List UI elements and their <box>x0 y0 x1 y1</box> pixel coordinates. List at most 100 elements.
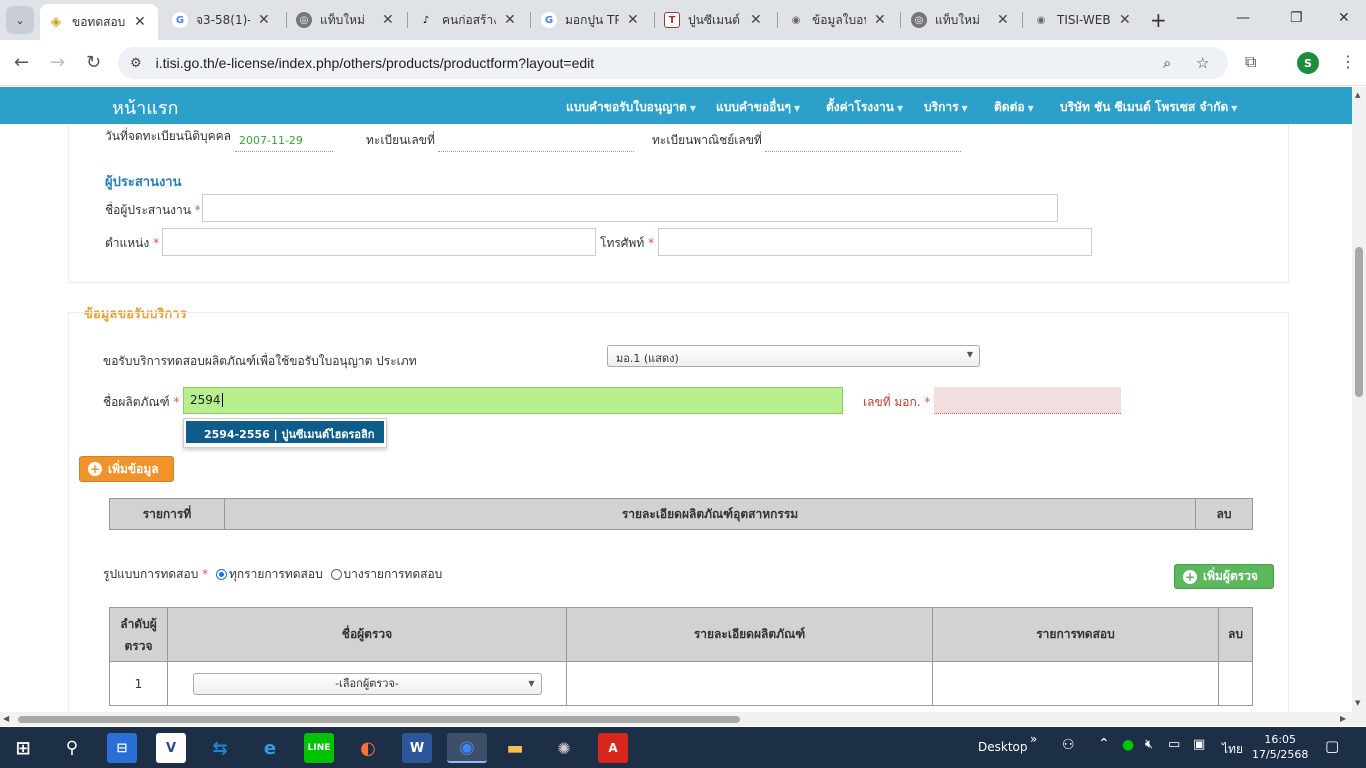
browser-tab[interactable]: ◉ ข้อมูลใบอนุ ✕ <box>780 6 898 34</box>
browser-tab[interactable]: ◎ แท็บใหม่ ✕ <box>288 6 406 34</box>
caret-down-icon: ▼ <box>961 104 968 113</box>
horizontal-scrollbar[interactable]: ◀ ▶ <box>0 712 1366 726</box>
tis-no-input[interactable] <box>934 387 1121 414</box>
input-language[interactable]: ไทย <box>1222 740 1243 759</box>
nav-contact[interactable]: ติดต่อ ▼ <box>994 98 1034 117</box>
acrobat-icon[interactable]: A <box>598 733 628 763</box>
people-icon[interactable]: ⚇ <box>1062 737 1075 753</box>
radio-all-tests[interactable] <box>216 569 227 580</box>
autocomplete-option[interactable]: 2594-2556 | ปูนซีเมนต์ไฮดรอลิก <box>186 421 384 443</box>
file-explorer-icon[interactable]: ▬ <box>500 733 530 763</box>
close-icon[interactable]: ✕ <box>750 12 762 28</box>
system-clock[interactable]: 16:05 17/5/2568 <box>1252 732 1308 762</box>
address-bar[interactable]: ⚙ i.tisi.go.th/e-license/index.php/other… <box>118 47 1228 79</box>
tab-search-button[interactable]: ⌄ <box>6 6 34 34</box>
avatar[interactable]: S <box>1297 52 1319 74</box>
notifications-icon[interactable]: ▢ <box>1325 737 1339 755</box>
word-icon[interactable]: W <box>402 733 432 763</box>
browser-tab[interactable]: ◉ TISI-WEBE ✕ <box>1025 6 1143 34</box>
bookmark-star-icon[interactable]: ☆ <box>1196 54 1209 72</box>
radio-some-tests[interactable] <box>330 569 342 580</box>
zoom-icon[interactable]: ⌕ <box>1163 54 1171 72</box>
scroll-up-icon[interactable]: ▲ <box>1355 91 1360 99</box>
license-type-select[interactable]: มอ.1 (แสดง) ▼ <box>607 345 980 367</box>
test-items-cell <box>932 661 1219 706</box>
windows-taskbar: ⊞ ⚲ ⊟ V ⇆ e LINE ◐ W ◉ ▬ ✺ A Desktop » ⚇… <box>0 727 1366 768</box>
test-format-group: รูปแบบการทดสอบ * ทุกรายการทดสอบ บางรายกา… <box>103 565 442 584</box>
close-icon[interactable]: ✕ <box>627 12 639 28</box>
close-icon[interactable]: ✕ <box>1119 12 1131 28</box>
site-settings-icon[interactable]: ⚙ <box>130 56 142 71</box>
forward-arrow-icon[interactable]: → <box>50 52 65 73</box>
label-text: โทรศัพท์ <box>600 236 645 250</box>
display-icon[interactable]: ▣ <box>1193 737 1205 752</box>
line-app-icon[interactable]: LINE <box>304 733 334 763</box>
desktop-toolbar-label[interactable]: Desktop <box>978 740 1028 754</box>
back-arrow-icon[interactable]: ← <box>14 52 29 73</box>
scroll-left-icon[interactable]: ◀ <box>3 714 9 723</box>
inspector-select[interactable]: -เลือกผู้ตรวจ- ▼ <box>192 672 542 695</box>
tab-divider <box>1022 12 1023 28</box>
add-inspector-button[interactable]: + เพิ่มผู้ตรวจ <box>1174 564 1274 589</box>
app-icon[interactable]: ✺ <box>549 733 579 763</box>
nav-factory-settings[interactable]: ตั้งค่าโรงงาน ▼ <box>826 98 903 117</box>
double-chevron-icon[interactable]: » <box>1030 732 1037 746</box>
browser-tab[interactable]: ◎ แท็บใหม่ ✕ <box>903 6 1021 34</box>
nav-license-request[interactable]: แบบคำขอรับใบอนุญาต ▼ <box>566 98 696 117</box>
window-close-button[interactable]: ✕ <box>1338 10 1350 26</box>
table-row: 1 -เลือกผู้ตรวจ- ▼ <box>109 661 1253 706</box>
network-icon[interactable]: ▭ <box>1168 737 1180 752</box>
scroll-down-icon[interactable]: ▼ <box>1355 699 1360 707</box>
url-text[interactable]: i.tisi.go.th/e-license/index.php/others/… <box>156 55 595 71</box>
reload-icon[interactable]: ↻ <box>86 52 101 73</box>
coordinator-name-input[interactable] <box>202 194 1058 222</box>
nav-services[interactable]: บริการ ▼ <box>924 98 968 117</box>
volume-muted-icon[interactable]: 🔇︎ <box>1145 737 1153 752</box>
windows-start-icon[interactable]: ⊞ <box>8 733 38 763</box>
new-tab-button[interactable]: + <box>1150 8 1167 32</box>
position-input[interactable] <box>162 228 596 256</box>
close-icon[interactable]: ✕ <box>997 12 1009 28</box>
chrome-taskbar-icon[interactable]: ◉ <box>447 733 487 763</box>
column-header: รายละเอียดผลิตภัณฑ์ <box>566 607 933 662</box>
browser-tab[interactable]: ♪ คนก่อสร้าง ✕ <box>410 6 528 34</box>
products-table: รายการที่ รายละเอียดผลิตภัณฑ์อุตสาหกรรม … <box>109 498 1253 530</box>
phone-input[interactable] <box>658 228 1092 256</box>
vertical-scrollbar[interactable]: ▲ ▼ <box>1352 87 1366 712</box>
add-data-button[interactable]: + เพิ่มข้อมูล <box>79 456 174 482</box>
scrollbar-thumb[interactable] <box>1355 247 1363 397</box>
more-menu-icon[interactable]: ⋮ <box>1340 52 1356 71</box>
close-icon[interactable]: ✕ <box>258 12 270 28</box>
close-icon[interactable]: ✕ <box>134 14 146 30</box>
close-icon[interactable]: ✕ <box>504 12 516 28</box>
firefox-icon[interactable]: ◐ <box>353 733 383 763</box>
extensions-icon[interactable]: ⧉ <box>1245 52 1256 72</box>
teamviewer-icon[interactable]: ⇆ <box>205 733 235 763</box>
inspector-no: 1 <box>109 661 168 706</box>
nav-home-link[interactable]: หน้าแรก <box>112 93 178 122</box>
scrollbar-thumb[interactable] <box>18 716 740 723</box>
close-icon[interactable]: ✕ <box>382 12 394 28</box>
line-tray-icon[interactable]: ● <box>1122 737 1134 753</box>
browser-tab[interactable]: T ปูนซีเมนต์ ✕ <box>656 6 774 34</box>
product-name-input[interactable]: 2594​ <box>183 387 843 414</box>
delete-cell[interactable] <box>1218 661 1253 706</box>
tisi-diamond-icon: ◈ <box>50 14 62 30</box>
scroll-right-icon[interactable]: ▶ <box>1340 714 1346 723</box>
product-name-label: ชื่อผลิตภัณฑ์ * <box>103 393 179 412</box>
minimize-button[interactable]: — <box>1236 10 1250 26</box>
close-icon[interactable]: ✕ <box>874 12 886 28</box>
browser-tab[interactable]: G มอกปูน TPI ✕ <box>533 6 651 34</box>
search-icon[interactable]: ⚲ <box>57 733 87 763</box>
edge-icon[interactable]: e <box>255 733 285 763</box>
required-mark: * <box>648 236 655 250</box>
restore-button[interactable]: ❐ <box>1290 10 1303 26</box>
calendar-app-icon[interactable]: ⊟ <box>107 733 137 763</box>
ve-app-icon[interactable]: V <box>156 733 186 763</box>
select-value: -เลือกผู้ตรวจ- <box>335 676 399 690</box>
chevron-up-icon[interactable]: ⌃ <box>1098 736 1110 752</box>
nav-company[interactable]: บริษัท ชัน ซีเมนต์ โพรเซส จำกัด ▼ <box>1060 98 1237 117</box>
nav-other-requests[interactable]: แบบคำขออื่นๆ ▼ <box>716 98 800 117</box>
browser-tab[interactable]: ◈ ขอทดสอบผ ✕ <box>40 4 158 40</box>
browser-tab[interactable]: G จ3-58(1)-2 ✕ <box>164 6 282 34</box>
